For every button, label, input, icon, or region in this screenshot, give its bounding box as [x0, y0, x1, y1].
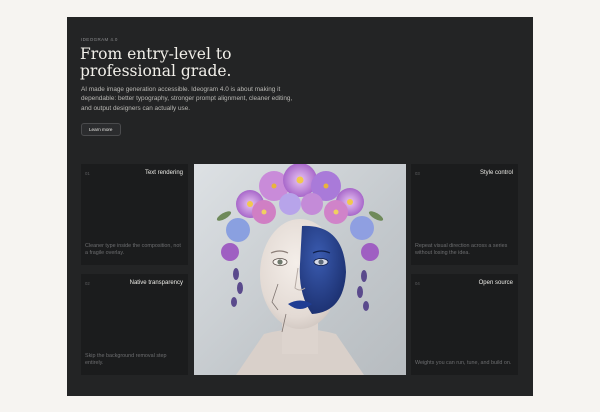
feature-number: 01	[85, 171, 90, 176]
feature-description: Cleaner type inside the composition, not…	[85, 243, 181, 256]
feature-number: 04	[415, 281, 420, 286]
hero-image	[194, 164, 406, 375]
feature-title: Text rendering	[144, 170, 183, 176]
intro-text: AI made image generation accessible. Ide…	[81, 86, 293, 112]
feature-card-text-rendering: 01 Text rendering Cleaner type inside th…	[81, 164, 188, 265]
feature-description: Repeat visual direction across a series …	[415, 243, 508, 256]
feature-card-style-control: 03 Style control Repeat visual direction…	[411, 164, 518, 265]
feature-card-native-transparency: 02 Native transparency Skip the backgrou…	[81, 274, 188, 375]
eyebrow-label: IDEOGRAM 4.0	[81, 37, 118, 42]
feature-description: Weights you can run, tune, and build on.	[415, 360, 512, 366]
page-title: From entry-level to professional grade.	[80, 45, 232, 80]
feature-title: Style control	[479, 170, 513, 176]
feature-card-open-source: 04 Open source Weights you can run, tune…	[411, 274, 518, 375]
feature-title: Native transparency	[129, 280, 183, 286]
feature-number: 02	[85, 281, 90, 286]
portrait-illustration	[216, 164, 384, 375]
feature-number: 03	[415, 171, 420, 176]
feature-description: Skip the background removal step entirel…	[85, 353, 167, 366]
feature-title: Open source	[478, 280, 513, 286]
learn-more-button[interactable]: Learn more	[81, 123, 121, 136]
feature-panel: IDEOGRAM 4.0 From entry-level to profess…	[67, 17, 533, 396]
